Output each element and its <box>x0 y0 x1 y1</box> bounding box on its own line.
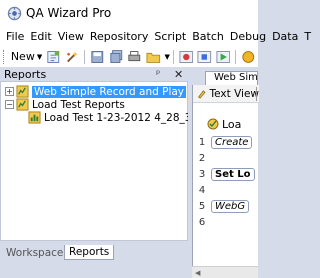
add-script-icon[interactable] <box>46 49 61 65</box>
tree-item-label: Web Simple Record and Play <box>32 85 187 98</box>
toolbar-separator <box>84 49 86 64</box>
script-lines: 1 Create 2 3 Set Lo 4 5 WebG 6 <box>193 134 259 230</box>
script-line[interactable]: 1 Create <box>193 134 259 150</box>
wizard-icon[interactable] <box>65 49 80 65</box>
close-icon[interactable]: ✕ <box>174 68 184 81</box>
text-view-button[interactable]: Text View <box>210 88 260 100</box>
toolbar-separator <box>256 87 257 101</box>
script-line[interactable]: 5 WebG <box>193 198 259 214</box>
line-number: 3 <box>198 168 206 180</box>
menu-bar: File Edit View Repository Script Batch D… <box>0 26 311 46</box>
script-header: Loa <box>193 116 259 132</box>
new-button[interactable]: New ▼ <box>9 48 44 66</box>
window-title: QA Wizard Pro <box>26 6 112 20</box>
chevron-down-icon: ▼ <box>36 52 43 61</box>
script-line[interactable]: 3 Set Lo <box>193 166 259 182</box>
line-number: 2 <box>198 152 206 164</box>
tree-item-web-simple-record-and-play[interactable]: + Web Simple Record and Play <box>5 85 187 98</box>
line-number: 4 <box>198 184 206 196</box>
script-header-label: Loa <box>222 117 242 131</box>
toolbar-separator <box>172 49 174 64</box>
pin-icon[interactable]: ᵖ <box>156 69 166 80</box>
new-button-label: New <box>10 50 35 63</box>
title-bar: QA Wizard Pro <box>0 0 258 26</box>
load-test-report-icon <box>28 111 41 124</box>
toolbar-grip[interactable] <box>3 49 6 64</box>
text-view-icon <box>197 89 206 98</box>
menu-repository[interactable]: Repository <box>87 30 152 43</box>
reports-tree: + Web Simple Record and Play − Load Test… <box>0 82 217 240</box>
tab-reports[interactable]: Reports <box>64 245 115 260</box>
stop-icon[interactable] <box>197 49 212 65</box>
menu-batch[interactable]: Batch <box>189 30 227 43</box>
menu-edit[interactable]: Edit <box>27 30 54 43</box>
load-test-icon <box>207 118 219 130</box>
tree-item-load-test-reports[interactable]: − Load Test Reports <box>5 98 125 111</box>
toolbar-tool-icon[interactable] <box>241 49 256 65</box>
save-all-icon[interactable] <box>109 49 124 65</box>
menu-debug[interactable]: Debug <box>227 30 269 43</box>
line-number: 5 <box>198 200 206 212</box>
collapse-icon[interactable]: − <box>5 100 14 109</box>
scroll-left-icon[interactable]: ◀ <box>195 269 200 277</box>
save-icon[interactable] <box>90 49 105 65</box>
script-statement[interactable]: Create <box>211 135 253 149</box>
tree-item-label: Load Test Reports <box>32 98 125 111</box>
script-statement[interactable]: WebG <box>211 199 250 213</box>
line-number: 6 <box>198 216 206 228</box>
report-folder-icon <box>16 85 29 98</box>
menu-file[interactable]: File <box>3 30 27 43</box>
script-line[interactable]: 4 <box>193 182 259 198</box>
reports-pane-title: Reports <box>4 67 47 81</box>
toolbar-overflow-icon[interactable]: ▼ <box>165 53 170 61</box>
line-number: 1 <box>198 136 206 148</box>
script-statement[interactable]: Set Lo <box>211 167 255 181</box>
script-line[interactable]: 6 <box>193 214 259 230</box>
expand-icon[interactable]: + <box>5 87 14 96</box>
app-window: QA Wizard Pro File Edit View Repository … <box>0 0 311 278</box>
reports-pane-header: Reports ᵖ ✕ <box>0 67 188 82</box>
print-icon[interactable] <box>127 49 142 65</box>
left-pane-tabs: Workspace Reports <box>0 240 188 278</box>
menu-view[interactable]: View <box>55 30 87 43</box>
run-icon[interactable] <box>216 49 231 65</box>
editor-toolbar: Text View <box>193 85 259 103</box>
menu-script[interactable]: Script <box>151 30 189 43</box>
script-editor: Text View Loa 1 Create 2 3 Set Lo 4 5 We… <box>192 85 259 278</box>
menu-tools[interactable]: T <box>301 30 314 43</box>
report-folder-icon <box>16 98 29 111</box>
open-icon[interactable] <box>146 49 161 65</box>
horizontal-scrollbar[interactable]: ◀ <box>192 266 258 278</box>
qa-wizard-app-icon <box>7 6 22 20</box>
main-toolbar: New ▼ ▼ <box>0 46 258 67</box>
toolbar-separator <box>235 49 237 64</box>
script-line[interactable]: 2 <box>193 150 259 166</box>
menu-data[interactable]: Data <box>269 30 301 43</box>
tab-workspace[interactable]: Workspace <box>2 245 67 260</box>
tab-web-simple[interactable]: Web Simple <box>205 71 258 85</box>
record-icon[interactable] <box>179 49 194 65</box>
